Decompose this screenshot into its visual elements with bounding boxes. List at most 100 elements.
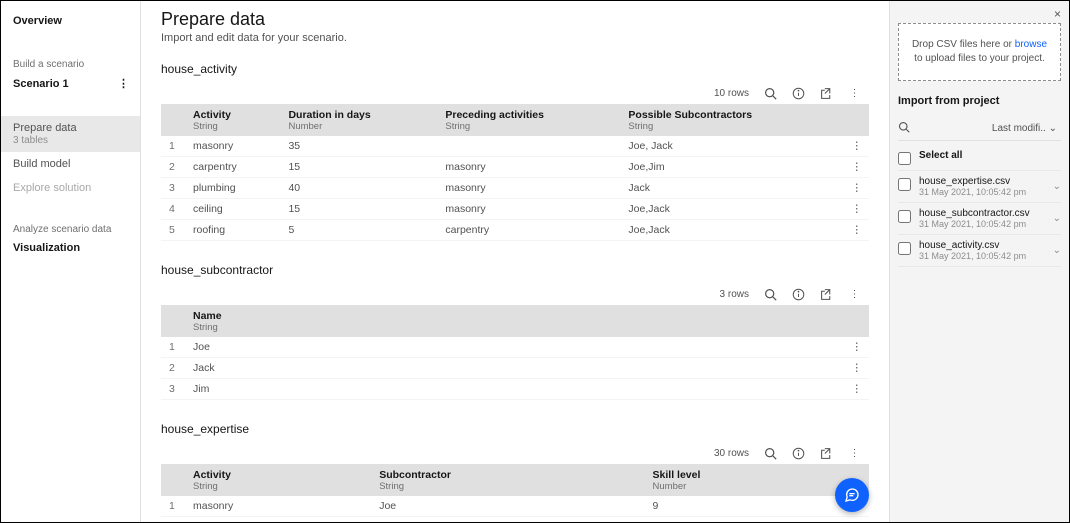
overflow-menu-icon[interactable]: ⋮ (847, 446, 861, 460)
column-header[interactable]: ActivityString (185, 104, 280, 136)
sidebar-item-build-model[interactable]: Build model (1, 152, 140, 176)
sidebar-item-explore-solution[interactable]: Explore solution (1, 176, 140, 200)
table-cell[interactable]: 9 (645, 496, 844, 517)
table-cell[interactable]: 7 (645, 517, 844, 523)
file-row[interactable]: house_activity.csv 31 May 2021, 10:05:42… (898, 235, 1061, 267)
column-header[interactable]: Skill levelNumber (645, 464, 844, 496)
table-cell[interactable]: masonry (437, 157, 620, 178)
select-all-row[interactable]: Select all (898, 145, 1061, 171)
row-menu-icon[interactable]: ⋮ (852, 161, 862, 173)
data-table: ActivityStringDuration in daysNumberPrec… (161, 104, 869, 241)
table-cell[interactable]: Joe (371, 517, 644, 523)
sidebar: Overview Build a scenario Scenario 1 ⋮ P… (1, 1, 141, 522)
table-cell[interactable]: Joe,Jack (620, 199, 843, 220)
file-date: 31 May 2021, 10:05:42 pm (919, 187, 1045, 197)
search-icon[interactable] (763, 287, 777, 301)
chevron-down-icon[interactable]: ⌄ (1053, 181, 1061, 192)
row-menu-icon[interactable]: ⋮ (852, 341, 862, 353)
dropzone[interactable]: Drop CSV files here or browse to upload … (898, 23, 1061, 81)
close-icon[interactable]: × (1054, 7, 1061, 21)
browse-link[interactable]: browse (1015, 39, 1047, 50)
row-count: 3 rows (720, 289, 749, 300)
table-cell[interactable] (437, 136, 620, 157)
table-row: 5roofing5carpentryJoe,Jack⋮ (161, 220, 869, 241)
scenario-menu-icon[interactable]: ⋮ (118, 77, 128, 90)
column-header[interactable]: NameString (185, 305, 844, 337)
table-cell[interactable]: ceiling (185, 199, 280, 220)
table-cell[interactable]: masonry (185, 136, 280, 157)
table-cell[interactable]: masonry (185, 496, 371, 517)
row-menu-icon[interactable]: ⋮ (852, 521, 862, 522)
table-cell[interactable]: masonry (437, 199, 620, 220)
table-cell[interactable]: 40 (280, 178, 437, 199)
table-cell[interactable]: masonry (437, 178, 620, 199)
row-number: 2 (161, 358, 185, 379)
sort-dropdown[interactable]: Last modifi.. ⌄ (912, 123, 1061, 134)
column-header[interactable]: Possible SubcontractorsString (620, 104, 843, 136)
column-header[interactable]: Duration in daysNumber (280, 104, 437, 136)
info-icon[interactable] (791, 287, 805, 301)
export-icon[interactable] (819, 287, 833, 301)
table-cell[interactable]: Jack (185, 358, 844, 379)
export-icon[interactable] (819, 86, 833, 100)
column-header[interactable]: Preceding activitiesString (437, 104, 620, 136)
page-title: Prepare data (161, 9, 869, 30)
column-header[interactable]: SubcontractorString (371, 464, 644, 496)
sidebar-scenario[interactable]: Scenario 1 ⋮ (1, 73, 140, 100)
row-number: 1 (161, 337, 185, 358)
row-menu-icon[interactable]: ⋮ (852, 140, 862, 152)
sidebar-overview[interactable]: Overview (1, 7, 140, 35)
table-cell[interactable]: carpentry (185, 157, 280, 178)
table-cell[interactable]: 15 (280, 199, 437, 220)
row-menu-icon[interactable]: ⋮ (852, 362, 862, 374)
table-toolbar: 10 rows ⋮ (161, 82, 869, 104)
table-cell[interactable]: Jim (185, 379, 844, 400)
overflow-menu-icon[interactable]: ⋮ (847, 287, 861, 301)
table-cell[interactable]: roofing (185, 220, 280, 241)
file-checkbox[interactable] (898, 210, 911, 223)
table-cell[interactable]: Joe,Jim (620, 157, 843, 178)
sidebar-item-visualization[interactable]: Visualization (1, 240, 140, 260)
file-checkbox[interactable] (898, 178, 911, 191)
table-cell[interactable]: Joe (371, 496, 644, 517)
table-cell[interactable]: Jack (620, 178, 843, 199)
table-block: house_expertise 30 rows ⋮ ActivityString… (161, 422, 869, 522)
search-icon[interactable] (763, 86, 777, 100)
chevron-down-icon[interactable]: ⌄ (1053, 213, 1061, 224)
row-number: 2 (161, 157, 185, 178)
row-menu-icon[interactable]: ⋮ (852, 203, 862, 215)
row-menu-icon[interactable]: ⋮ (852, 224, 862, 236)
row-menu-icon[interactable]: ⋮ (852, 383, 862, 395)
file-checkbox[interactable] (898, 242, 911, 255)
sidebar-analyze: Analyze scenario data (1, 216, 140, 240)
chat-fab[interactable] (835, 478, 869, 512)
info-icon[interactable] (791, 446, 805, 460)
import-from-project-title: Import from project (898, 95, 1061, 107)
file-row[interactable]: house_expertise.csv 31 May 2021, 10:05:4… (898, 171, 1061, 203)
sidebar-item-prepare-data[interactable]: Prepare data 3 tables (1, 116, 140, 152)
table-cell[interactable]: carpentry (185, 517, 371, 523)
file-name: house_activity.csv (919, 240, 1045, 251)
info-icon[interactable] (791, 86, 805, 100)
table-cell[interactable]: 5 (280, 220, 437, 241)
overflow-menu-icon[interactable]: ⋮ (847, 86, 861, 100)
table-row: 4ceiling15masonryJoe,Jack⋮ (161, 199, 869, 220)
table-cell[interactable]: carpentry (437, 220, 620, 241)
select-all-checkbox[interactable] (898, 152, 911, 165)
table-cell[interactable]: Joe, Jack (620, 136, 843, 157)
chevron-down-icon[interactable]: ⌄ (1053, 245, 1061, 256)
table-cell[interactable]: 35 (280, 136, 437, 157)
table-cell[interactable]: Joe,Jack (620, 220, 843, 241)
sort-row: Last modifi.. ⌄ (898, 117, 1061, 141)
table-cell[interactable]: Joe (185, 337, 844, 358)
column-header[interactable]: ActivityString (185, 464, 371, 496)
search-icon[interactable] (898, 121, 912, 136)
table-row: 1Joe ⋮ (161, 337, 869, 358)
export-icon[interactable] (819, 446, 833, 460)
table-cell[interactable]: 15 (280, 157, 437, 178)
search-icon[interactable] (763, 446, 777, 460)
table-cell[interactable]: plumbing (185, 178, 280, 199)
row-menu-icon[interactable]: ⋮ (852, 182, 862, 194)
file-date: 31 May 2021, 10:05:42 pm (919, 251, 1045, 261)
file-row[interactable]: house_subcontractor.csv 31 May 2021, 10:… (898, 203, 1061, 235)
